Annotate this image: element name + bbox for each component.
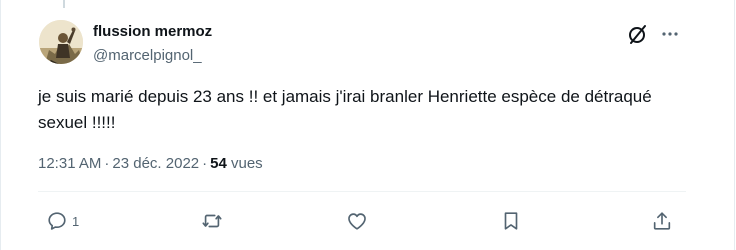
tweet-text: je suis marié depuis 23 ans !! et jamais… (38, 87, 652, 132)
meta-separator: · (104, 155, 110, 172)
reply-button[interactable]: 1 (46, 208, 79, 234)
avatar[interactable] (39, 20, 83, 64)
left-border (0, 0, 1, 250)
tweet-time[interactable]: 12:31 AM (38, 155, 101, 172)
retweet-button[interactable] (201, 208, 223, 234)
grok-icon[interactable] (626, 22, 650, 46)
bookmark-button[interactable] (500, 208, 522, 234)
reply-count: 1 (72, 213, 80, 229)
avatar-image (39, 20, 83, 64)
views-label: vues (231, 155, 263, 172)
tweet-date[interactable]: 23 déc. 2022 (112, 155, 199, 172)
right-border (734, 0, 735, 250)
bookmark-icon (504, 212, 518, 230)
actions-divider (38, 191, 686, 192)
more-options-icon[interactable] (658, 22, 682, 46)
heart-icon (348, 213, 366, 230)
tweet-metadata: 12:31 AM · 23 déc. 2022 · 54 vues (38, 154, 263, 174)
views-count: 54 (210, 155, 227, 172)
retweet-icon (202, 214, 222, 228)
share-button[interactable] (651, 208, 673, 234)
share-icon (653, 212, 671, 230)
meta-separator: · (202, 155, 208, 172)
like-button[interactable] (346, 208, 368, 234)
reply-icon (48, 212, 66, 230)
thread-connector-line (63, 0, 65, 8)
display-name[interactable]: flussion mermoz (93, 22, 212, 42)
user-handle[interactable]: @marcelpignol_ (93, 46, 202, 66)
